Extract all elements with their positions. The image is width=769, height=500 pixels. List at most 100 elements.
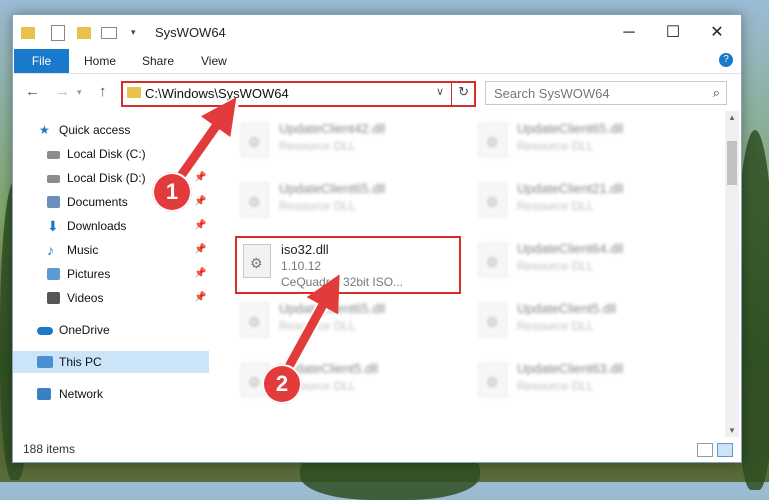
scroll-down-icon[interactable]: ▼ — [727, 426, 737, 435]
dll-file-icon — [241, 303, 269, 337]
up-button[interactable]: ↑ — [99, 83, 107, 100]
dll-file-icon — [479, 303, 507, 337]
navigation-pane: ★ Quick access Local Disk (C:) 📌 Local D… — [13, 111, 209, 437]
pictures-icon — [47, 268, 60, 280]
sidebar-item-label: Local Disk (C:) — [67, 147, 146, 161]
file-name: UpdateClient63.dll — [517, 361, 624, 376]
navigation-bar: ← → ▾ ↑ C:\Windows\SysWOW64 ∨ ↻ Search S… — [13, 74, 741, 110]
step-callout-2: 2 — [262, 364, 302, 404]
forward-button[interactable]: → — [55, 83, 70, 100]
network-icon — [37, 388, 51, 400]
file-tile[interactable]: UpdateClient42.dll Resource DLL — [235, 117, 455, 165]
file-name: UpdateClient65.dll — [279, 181, 386, 196]
documents-icon — [47, 196, 60, 208]
maximize-button[interactable]: ☐ — [651, 23, 695, 43]
cloud-icon — [37, 327, 53, 335]
file-name: UpdateClient64.dll — [517, 241, 624, 256]
sidebar-item-label: Videos — [67, 291, 104, 305]
file-tile[interactable]: UpdateClient64.dll Resource DLL — [473, 237, 693, 285]
help-icon[interactable]: ? — [719, 53, 733, 67]
details-view-icon[interactable] — [697, 443, 713, 457]
pin-icon: 📌 — [194, 148, 207, 159]
file-tile[interactable]: UpdateClient65.dll Resource DLL — [235, 297, 455, 345]
minimize-button[interactable]: ─ — [607, 23, 651, 43]
tab-view[interactable]: View — [201, 49, 227, 73]
sidebar-item-label: Documents — [67, 195, 128, 209]
file-tile[interactable]: UpdateClient65.dll Resource DLL — [473, 117, 693, 165]
address-bar[interactable]: C:\Windows\SysWOW64 ∨ ↻ — [121, 81, 476, 107]
downloads-icon: ⬇ — [47, 218, 59, 234]
pin-icon: 📌 — [194, 268, 207, 279]
sidebar-item-label: Music — [67, 243, 99, 257]
sidebar-item-downloads[interactable]: ⬇ Downloads 📌 — [13, 215, 209, 237]
file-description: Resource DLL — [517, 139, 594, 153]
search-icon[interactable]: ⌕ — [713, 85, 720, 101]
file-tile[interactable]: UpdateClient65.dll Resource DLL — [235, 177, 455, 225]
file-description: Resource DLL — [517, 319, 594, 333]
properties-icon[interactable] — [51, 25, 65, 41]
sidebar-item-label: This PC — [59, 355, 102, 369]
recent-locations-icon[interactable]: ▾ — [77, 87, 82, 98]
tab-share[interactable]: Share — [142, 49, 174, 73]
vertical-scrollbar[interactable]: ▲ ▼ — [725, 111, 739, 437]
sidebar-item-music[interactable]: ♪ Music 📌 — [13, 239, 209, 261]
status-bar: 188 items — [13, 437, 741, 461]
refresh-icon[interactable]: ↻ — [458, 84, 469, 100]
new-folder-icon[interactable] — [77, 27, 91, 39]
pin-icon: 📌 — [194, 244, 207, 255]
sidebar-item-label: OneDrive — [59, 323, 110, 337]
sidebar-item-network[interactable]: Network — [13, 383, 209, 405]
star-icon: ★ — [39, 123, 50, 137]
customize-toolbar-icon[interactable] — [101, 27, 117, 39]
dll-file-icon — [479, 243, 507, 277]
dll-file-icon — [479, 363, 507, 397]
folder-icon — [21, 27, 35, 39]
file-tile[interactable]: UpdateClient63.dll Resource DLL — [473, 357, 693, 405]
dll-file-icon — [241, 183, 269, 217]
chevron-down-icon[interactable]: ▾ — [131, 27, 145, 43]
sidebar-item-this-pc[interactable]: This PC — [13, 351, 209, 373]
step-callout-1: 1 — [152, 172, 192, 212]
computer-icon — [37, 356, 53, 368]
file-tile-iso32[interactable]: iso32.dll 1.10.12 CeQuadrat 32bit ISO... — [235, 236, 461, 294]
file-name: UpdateClient42.dll — [279, 121, 386, 136]
drive-icon — [47, 175, 60, 183]
sidebar-item-quick-access[interactable]: ★ Quick access — [13, 119, 209, 141]
sidebar-item-videos[interactable]: Videos 📌 — [13, 287, 209, 309]
scroll-up-icon[interactable]: ▲ — [727, 113, 737, 122]
dll-file-icon — [243, 244, 271, 278]
sidebar-item-label: Pictures — [67, 267, 111, 281]
file-tile[interactable]: UpdateClient5.dll Resource DLL — [473, 297, 693, 345]
window-title: SysWOW64 — [155, 25, 226, 40]
dll-file-icon — [479, 123, 507, 157]
address-path[interactable]: C:\Windows\SysWOW64 — [145, 86, 289, 101]
file-name: UpdateClient65.dll — [279, 301, 386, 316]
explorer-window: ▾ SysWOW64 ─ ☐ ✕ File Home Share View ? … — [12, 14, 742, 463]
tab-file[interactable]: File — [14, 49, 69, 73]
file-description: Resource DLL — [279, 319, 356, 333]
file-description: Resource DLL — [279, 139, 356, 153]
file-description: Resource DLL — [517, 379, 594, 393]
file-tile[interactable]: UpdateClient21.dll Resource DLL — [473, 177, 693, 225]
drive-icon — [47, 151, 60, 159]
dll-file-icon — [241, 123, 269, 157]
back-button[interactable]: ← — [25, 83, 40, 100]
file-description: CeQuadrat 32bit ISO... — [281, 275, 404, 289]
ribbon: File Home Share View ? — [13, 49, 741, 74]
close-button[interactable]: ✕ — [695, 23, 739, 43]
search-input[interactable]: Search SysWOW64 ⌕ — [485, 81, 727, 105]
sidebar-item-label: Network — [59, 387, 104, 401]
file-version: 1.10.12 — [281, 259, 322, 273]
dll-file-icon — [479, 183, 507, 217]
sidebar-item-pictures[interactable]: Pictures 📌 — [13, 263, 209, 285]
search-placeholder: Search SysWOW64 — [494, 86, 610, 101]
sidebar-item-local-disk-c[interactable]: Local Disk (C:) 📌 — [13, 143, 209, 165]
large-icons-view-icon[interactable] — [717, 443, 733, 457]
sidebar-item-label: Downloads — [67, 219, 127, 233]
videos-icon — [47, 292, 60, 304]
chevron-down-icon[interactable]: ∨ — [436, 85, 444, 98]
sidebar-item-onedrive[interactable]: OneDrive — [13, 319, 209, 341]
scroll-thumb[interactable] — [727, 141, 737, 185]
tab-home[interactable]: Home — [84, 49, 116, 73]
sidebar-item-label: Quick access — [59, 123, 131, 137]
